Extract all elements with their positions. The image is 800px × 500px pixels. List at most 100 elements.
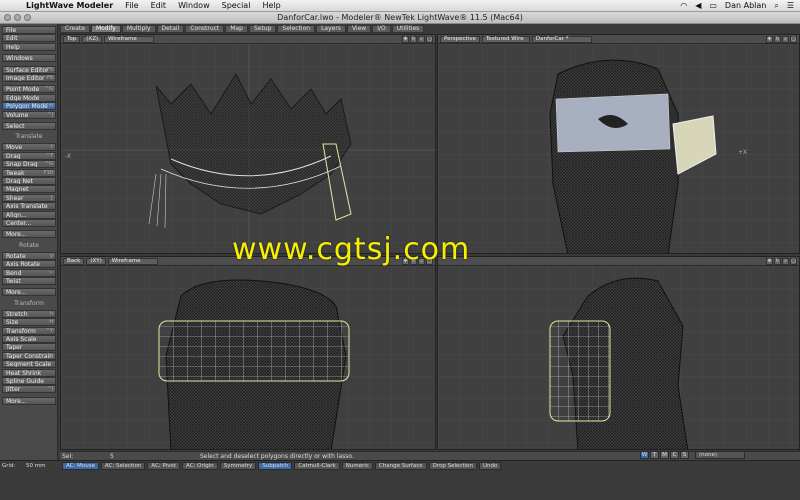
tool-more[interactable]: More... xyxy=(2,288,56,297)
tab-detail[interactable]: Detail xyxy=(156,25,185,33)
viewport-canvas[interactable]: -X xyxy=(61,44,436,254)
move-view-icon[interactable]: ✥ xyxy=(402,35,409,43)
menu-app-name[interactable]: LightWave Modeler xyxy=(20,1,119,10)
user-name[interactable]: Dan Ablan xyxy=(725,1,766,10)
menu-special[interactable]: Special xyxy=(216,1,257,10)
view-select[interactable]: Back xyxy=(63,257,85,265)
axis-select[interactable]: (XZ) xyxy=(82,35,103,43)
maximize-icon[interactable]: ▢ xyxy=(790,35,797,43)
move-view-icon[interactable]: ✥ xyxy=(766,257,773,265)
tool-edit[interactable]: Edit xyxy=(2,34,56,43)
numeric-button[interactable]: Numeric xyxy=(341,461,373,470)
catmull-clark-select[interactable]: Catmull-Clark xyxy=(294,461,340,470)
minimize-icon[interactable] xyxy=(14,14,21,21)
tab-utilities[interactable]: Utilities xyxy=(391,25,425,33)
axis-select[interactable]: (XY) xyxy=(86,257,106,265)
tool-segment-scale[interactable]: Segment Scale xyxy=(2,360,56,369)
viewport-canvas[interactable]: +X xyxy=(438,44,800,254)
tab-layers[interactable]: Layers xyxy=(316,25,346,33)
change-surface-button[interactable]: Change Surface xyxy=(374,461,427,470)
tab-i-o[interactable]: I/O xyxy=(372,25,391,33)
wifi-icon[interactable]: ◠ xyxy=(680,1,687,10)
tool-heat-shrink[interactable]: Heat Shrink xyxy=(2,368,56,377)
ac-pivot-button[interactable]: AC: Pivot xyxy=(147,461,181,470)
tool-shear[interactable]: Shear [ xyxy=(2,193,56,202)
tab-map[interactable]: Map xyxy=(225,25,248,33)
tool-spline-guide[interactable]: Spline Guide xyxy=(2,377,56,385)
tool-select[interactable]: Select xyxy=(2,122,56,130)
tool-volume[interactable]: Volume ^J xyxy=(2,110,56,119)
maximize-icon[interactable]: ▢ xyxy=(790,257,797,265)
wtmcs-w-button[interactable]: W xyxy=(640,451,649,459)
move-view-icon[interactable]: ✥ xyxy=(766,35,773,43)
render-mode-select[interactable]: Wireframe xyxy=(104,35,155,43)
tool-taper[interactable]: Taper xyxy=(2,343,56,352)
view-select[interactable]: Perspective xyxy=(440,35,480,43)
menu-edit[interactable]: Edit xyxy=(145,1,173,10)
view-select[interactable]: Top xyxy=(63,35,81,43)
tab-multiply[interactable]: Multiply xyxy=(121,25,156,33)
viewport-canvas[interactable] xyxy=(61,266,436,450)
tool-jitter[interactable]: Jitter ^J xyxy=(2,385,56,394)
rotate-view-icon[interactable]: ↻ xyxy=(774,35,781,43)
tool-tweak[interactable]: Tweak F10 xyxy=(2,168,56,177)
battery-icon[interactable]: ▭ xyxy=(709,1,717,10)
tool-magnet[interactable]: Magnet xyxy=(2,185,56,194)
viewport-canvas[interactable] xyxy=(438,266,800,450)
ac-origin-button[interactable]: AC: Origin xyxy=(182,461,218,470)
viewport-right[interactable]: ✥ ↻ ⌕ ▢ xyxy=(437,256,800,450)
tool-move[interactable]: Move t xyxy=(2,143,56,152)
tool-more[interactable]: More... xyxy=(2,230,56,239)
rotate-view-icon[interactable]: ↻ xyxy=(410,35,417,43)
tool-image-editor[interactable]: Image Editor F6 xyxy=(2,74,56,82)
tool-transform[interactable]: Transform ^Y xyxy=(2,326,56,335)
undo-button[interactable]: Undo xyxy=(478,461,502,470)
tool-twist[interactable]: Twist xyxy=(2,277,56,285)
viewport-back[interactable]: Back (XY) Wireframe ✥ ↻ ⌕ ▢ xyxy=(60,256,436,450)
render-mode-select[interactable]: Wireframe xyxy=(107,257,158,265)
tool-snap-drag[interactable]: Snap Drag ^G xyxy=(2,160,56,169)
drop-selection-button[interactable]: Drop Selection xyxy=(428,461,477,470)
viewport-perspective[interactable]: Perspective Textured Wire DanforCar * ✥ ↻… xyxy=(437,34,800,254)
tool-surface-editor[interactable]: Surface Editor F5 xyxy=(2,65,56,74)
object-select[interactable]: DanforCar * xyxy=(531,35,592,43)
tool-drag[interactable]: Drag ^T xyxy=(2,151,56,160)
tool-more[interactable]: More... xyxy=(2,396,56,405)
list-icon[interactable]: ☰ xyxy=(787,1,794,10)
ac-mouse-button[interactable]: AC: Mouse xyxy=(62,461,99,470)
surface-none-select[interactable]: (none) xyxy=(695,451,745,459)
tool-drag-net[interactable]: Drag Net xyxy=(2,177,56,185)
tab-selection[interactable]: Selection xyxy=(277,25,316,33)
tool-axis-translate[interactable]: Axis Translate xyxy=(2,202,56,211)
spotlight-icon[interactable]: ⌕ xyxy=(774,1,778,11)
tool-align[interactable]: Align... xyxy=(2,210,56,219)
ac-selection-button[interactable]: AC: Selection xyxy=(100,461,146,470)
tool-bend[interactable]: Bend ~ xyxy=(2,268,56,277)
tool-axis-rotate[interactable]: Axis Rotate xyxy=(2,260,56,269)
tool-file[interactable]: File xyxy=(2,26,56,34)
wtmcs-t-button[interactable]: T xyxy=(650,451,659,459)
symmetry-button[interactable]: Symmetry xyxy=(219,461,257,470)
zoom-icon[interactable] xyxy=(24,14,31,21)
tab-construct[interactable]: Construct xyxy=(185,25,225,33)
viewport-top[interactable]: Top (XZ) Wireframe ✥ ↻ ⌕ ▢ -X xyxy=(60,34,436,254)
tool-windows[interactable]: Windows xyxy=(2,54,56,63)
tool-taper-constrain[interactable]: Taper Constrain xyxy=(2,351,56,360)
wtmcs-c-button[interactable]: C xyxy=(670,451,679,459)
volume-icon[interactable]: ◀︎ xyxy=(695,1,701,10)
wtmcs-s-button[interactable]: S xyxy=(680,451,689,459)
zoom-view-icon[interactable]: ⌕ xyxy=(782,35,789,43)
tool-point-mode[interactable]: Point Mode ^G xyxy=(2,85,56,94)
tool-size[interactable]: Size H xyxy=(2,318,56,327)
zoom-view-icon[interactable]: ⌕ xyxy=(782,257,789,265)
subpatch-button[interactable]: Subpatch xyxy=(258,461,293,470)
tab-modify[interactable]: Modify xyxy=(90,25,121,33)
tab-create[interactable]: Create xyxy=(60,25,90,33)
tool-center[interactable]: Center... xyxy=(2,219,56,227)
tool-stretch[interactable]: Stretch h xyxy=(2,309,56,318)
render-mode-select[interactable]: Textured Wire xyxy=(481,35,530,43)
menu-file[interactable]: File xyxy=(119,1,144,10)
wtmcs-m-button[interactable]: M xyxy=(660,451,669,459)
zoom-view-icon[interactable]: ⌕ xyxy=(418,35,425,43)
menu-help[interactable]: Help xyxy=(256,1,286,10)
